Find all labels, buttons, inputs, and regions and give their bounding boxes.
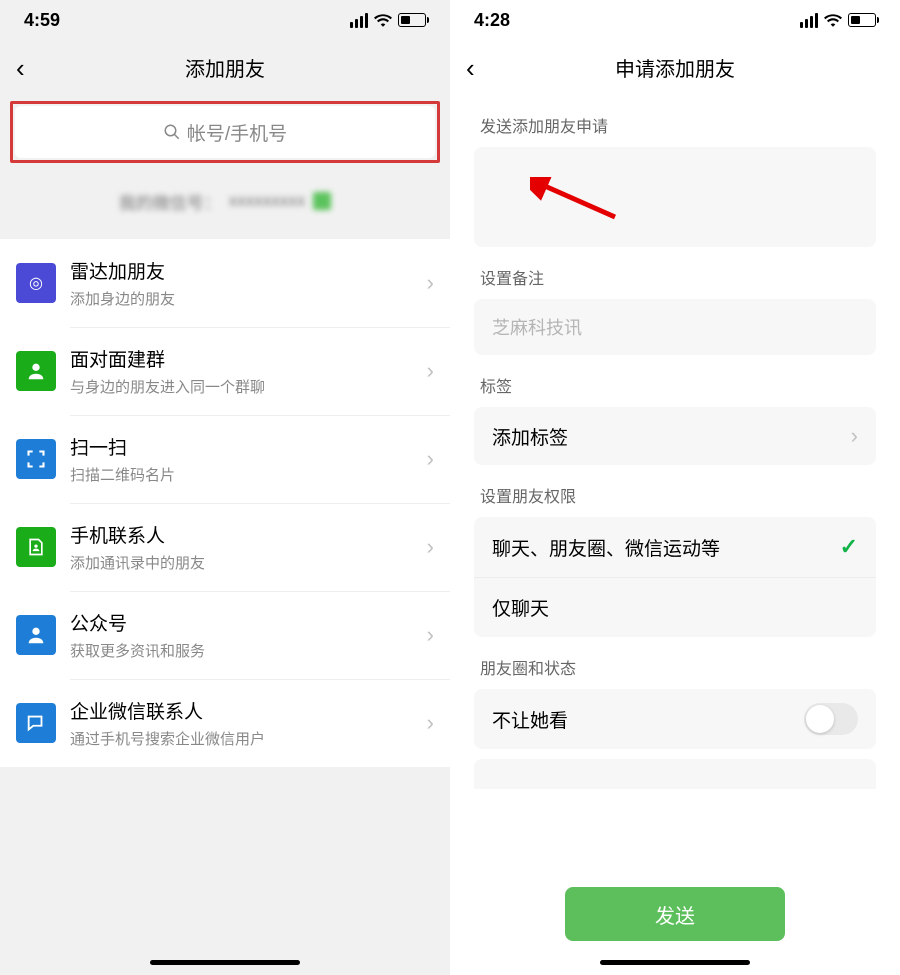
moments-options: 不让她看: [474, 689, 876, 749]
group-icon: [16, 351, 56, 391]
battery-icon: [848, 13, 876, 27]
back-button[interactable]: ‹: [466, 55, 475, 81]
item-sub: 获取更多资讯和服务: [70, 640, 427, 661]
remark-input[interactable]: 芝麻科技讯: [474, 299, 876, 355]
status-time: 4:59: [24, 10, 60, 31]
list-item-official[interactable]: 公众号获取更多资讯和服务 ›: [0, 591, 450, 679]
status-bar: 4:28: [450, 0, 900, 40]
request-message-input[interactable]: [474, 147, 876, 247]
item-sub: 添加通讯录中的朋友: [70, 552, 427, 573]
status-icons: [800, 13, 876, 28]
options-list: ◎ 雷达加朋友添加身边的朋友 › 面对面建群与身边的朋友进入同一个群聊 › 扫一…: [0, 239, 450, 767]
status-time: 4:28: [474, 10, 510, 31]
chevron-right-icon: ›: [427, 710, 434, 736]
label-moments: 朋友圈和状态: [450, 637, 900, 689]
wifi-icon: [374, 13, 392, 27]
battery-icon: [398, 13, 426, 27]
wecom-icon: [16, 703, 56, 743]
item-sub: 与身边的朋友进入同一个群聊: [70, 376, 427, 397]
list-item-radar[interactable]: ◎ 雷达加朋友添加身边的朋友 ›: [0, 239, 450, 327]
radar-icon: ◎: [16, 263, 56, 303]
label-remark: 设置备注: [450, 247, 900, 299]
home-indicator: [150, 960, 300, 965]
status-bar: 4:59: [0, 0, 450, 40]
qr-icon: [313, 192, 331, 210]
perm-chat-label: 仅聊天: [492, 594, 549, 621]
home-indicator: [600, 960, 750, 965]
chevron-right-icon: ›: [851, 423, 858, 449]
chevron-right-icon: ›: [427, 270, 434, 296]
item-title: 扫一扫: [70, 433, 427, 460]
moments-hide-me-partial[interactable]: [474, 759, 876, 789]
tag-action-label: 添加标签: [492, 423, 568, 450]
chevron-right-icon: ›: [427, 446, 434, 472]
page-title: 申请添加朋友: [615, 53, 735, 82]
item-title: 手机联系人: [70, 521, 427, 548]
chevron-right-icon: ›: [427, 534, 434, 560]
permission-options: 聊天、朋友圈、微信运动等 ✓ 仅聊天: [474, 517, 876, 637]
item-title: 面对面建群: [70, 345, 427, 372]
wifi-icon: [824, 13, 842, 27]
search-icon: [163, 123, 181, 141]
item-title: 公众号: [70, 609, 427, 636]
item-sub: 扫描二维码名片: [70, 464, 427, 485]
fade-overlay: [450, 815, 900, 855]
screen-add-friends: 4:59 ‹ 添加朋友 帐号/手机号 我的微信号：xxxxxxxxx ◎ 雷达加…: [0, 0, 450, 975]
label-request: 发送添加朋友申请: [450, 95, 900, 147]
item-sub: 添加身边的朋友: [70, 288, 427, 309]
signal-icon: [800, 13, 818, 28]
toggle-switch[interactable]: [804, 703, 858, 735]
perm-option-chat-only[interactable]: 仅聊天: [474, 577, 876, 637]
remark-value: 芝麻科技讯: [492, 314, 582, 340]
send-bar: 发送: [450, 859, 900, 941]
send-button[interactable]: 发送: [565, 887, 785, 941]
arrow-annotation: [530, 177, 620, 227]
search-highlight-annotation: 帐号/手机号: [10, 101, 440, 163]
check-icon: ✓: [840, 534, 858, 560]
item-title: 企业微信联系人: [70, 697, 427, 724]
moments-block-her[interactable]: 不让她看: [474, 689, 876, 749]
nav-bar: ‹ 申请添加朋友: [450, 40, 900, 95]
chevron-right-icon: ›: [427, 358, 434, 384]
perm-all-label: 聊天、朋友圈、微信运动等: [492, 534, 720, 561]
list-item-wecom[interactable]: 企业微信联系人通过手机号搜索企业微信用户 ›: [0, 679, 450, 767]
search-placeholder: 帐号/手机号: [187, 119, 287, 146]
list-item-scan[interactable]: 扫一扫扫描二维码名片 ›: [0, 415, 450, 503]
my-wechat-id-row: 我的微信号：xxxxxxxxx: [0, 163, 450, 239]
moments-block-label: 不让她看: [492, 706, 568, 733]
screen-friend-request: 4:28 ‹ 申请添加朋友 发送添加朋友申请 设置备注 芝麻科技讯 标签 添加标…: [450, 0, 900, 975]
list-item-group[interactable]: 面对面建群与身边的朋友进入同一个群聊 ›: [0, 327, 450, 415]
chevron-right-icon: ›: [427, 622, 434, 648]
back-button[interactable]: ‹: [16, 55, 25, 81]
official-account-icon: [16, 615, 56, 655]
search-input[interactable]: 帐号/手机号: [15, 106, 435, 158]
page-title: 添加朋友: [185, 53, 265, 82]
item-sub: 通过手机号搜索企业微信用户: [70, 728, 427, 749]
status-icons: [350, 13, 426, 28]
phone-contact-icon: [16, 527, 56, 567]
scan-icon: [16, 439, 56, 479]
item-title: 雷达加朋友: [70, 257, 427, 284]
list-item-contacts[interactable]: 手机联系人添加通讯录中的朋友 ›: [0, 503, 450, 591]
label-tag: 标签: [450, 355, 900, 407]
label-permissions: 设置朋友权限: [450, 465, 900, 517]
nav-bar: ‹ 添加朋友: [0, 40, 450, 95]
add-tag-row[interactable]: 添加标签 ›: [474, 407, 876, 465]
perm-option-all[interactable]: 聊天、朋友圈、微信运动等 ✓: [474, 517, 876, 577]
signal-icon: [350, 13, 368, 28]
